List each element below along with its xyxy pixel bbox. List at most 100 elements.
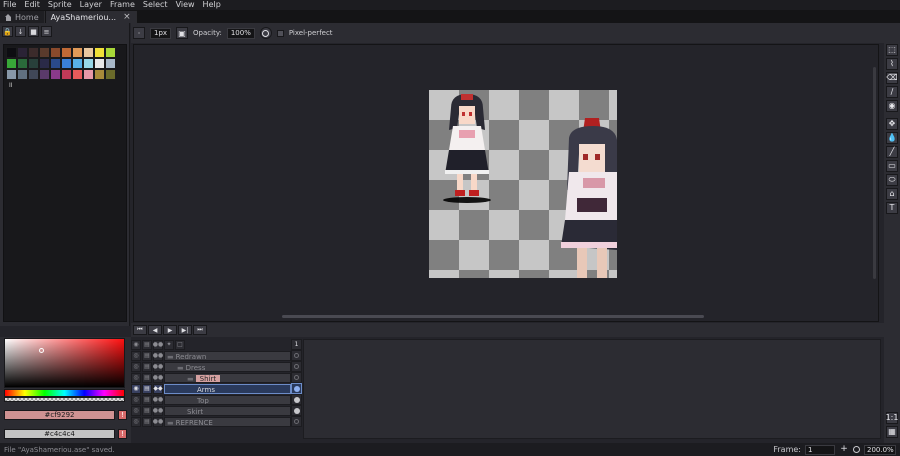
eye-icon[interactable]: ◉	[131, 383, 141, 394]
eye-icon[interactable]: ◎	[131, 361, 141, 372]
lock-icon[interactable]: ▤	[142, 383, 152, 394]
eye-icon[interactable]: ◎	[131, 350, 141, 361]
continuous-icon[interactable]: ●●	[153, 394, 163, 405]
dynamics-icon[interactable]	[259, 27, 272, 39]
canvas-area[interactable]	[133, 44, 879, 322]
layer-row[interactable]: ◎ ▤ ●● ▬ Dress	[131, 361, 291, 372]
spray-icon[interactable]: ◉	[886, 100, 898, 112]
lock-icon[interactable]: ▤	[142, 350, 152, 361]
palette-swatch[interactable]	[83, 58, 94, 69]
palette-swatch[interactable]	[50, 47, 61, 58]
menu-edit[interactable]: Edit	[21, 0, 45, 10]
cel[interactable]	[291, 361, 302, 372]
layer-row[interactable]: ◉ ▤ ◆◆ Arms	[131, 383, 291, 394]
blur-icon[interactable]: ⌂	[886, 188, 898, 200]
saturation-value-picker[interactable]	[4, 338, 125, 388]
continuous-icon[interactable]: ●●	[153, 350, 163, 361]
layer-row[interactable]: ◎ ▤ ●● ▬ Shirt	[131, 372, 291, 383]
foreground-color-field[interactable]: #cf9292	[4, 410, 115, 420]
continuous-icon[interactable]: ●●	[153, 372, 163, 383]
one-to-one-icon[interactable]: 1:1	[886, 412, 898, 424]
palette-swatch[interactable]	[72, 47, 83, 58]
rectangle-icon[interactable]: ▭	[886, 160, 898, 172]
palette-swatch[interactable]	[50, 69, 61, 80]
palette-swatch[interactable]	[94, 69, 105, 80]
palette-swatch[interactable]	[17, 47, 28, 58]
menu-sprite[interactable]: Sprite	[45, 0, 77, 10]
foreground-warning-button[interactable]: !	[118, 410, 127, 420]
layer-name-cell[interactable]: ▬ REFRENCE	[164, 416, 291, 427]
text-icon[interactable]: T	[886, 202, 898, 214]
cel-area[interactable]	[303, 339, 881, 439]
continuous-icon[interactable]: ●●	[153, 405, 163, 416]
swatch-icon[interactable]: ■	[28, 26, 39, 37]
cel[interactable]	[291, 405, 302, 416]
palette-swatch[interactable]	[28, 47, 39, 58]
opacity-field[interactable]: 100%	[226, 27, 255, 39]
vertical-scrollbar[interactable]	[873, 67, 876, 279]
cel[interactable]	[291, 383, 302, 394]
palette-swatch[interactable]	[61, 58, 72, 69]
continuous-icon[interactable]: ◆◆	[153, 383, 163, 394]
menu-select[interactable]: Select	[140, 0, 173, 10]
eye-icon[interactable]: ◎	[131, 416, 141, 427]
lock-icon[interactable]: ▤	[142, 339, 152, 350]
tab-home[interactable]: Home	[0, 11, 45, 23]
continuous-icon[interactable]: ●●	[153, 339, 163, 350]
lock-icon[interactable]: ▤	[142, 361, 152, 372]
palette-swatch[interactable]	[39, 58, 50, 69]
palette-swatch[interactable]	[61, 47, 72, 58]
pencil-icon[interactable]: ∕	[886, 86, 898, 98]
lock-icon[interactable]: ▤	[142, 372, 152, 383]
lock-icon[interactable]: 🔒	[2, 26, 13, 37]
last-frame-button[interactable]: ⏭	[193, 325, 207, 335]
palette-swatch[interactable]	[61, 69, 72, 80]
palette-swatch[interactable]	[105, 69, 116, 80]
menu-layer[interactable]: Layer	[77, 0, 107, 10]
palette-swatch[interactable]	[94, 58, 105, 69]
palette-swatch[interactable]	[6, 69, 17, 80]
palette-swatch[interactable]	[28, 58, 39, 69]
layer-name-cell[interactable]: Top	[164, 394, 291, 405]
sort-icon[interactable]: ↓	[15, 26, 26, 37]
alpha-slider[interactable]	[4, 397, 125, 402]
palette-swatch[interactable]	[28, 69, 39, 80]
eye-icon[interactable]: ◎	[131, 372, 141, 383]
horizontal-scrollbar[interactable]	[282, 315, 704, 318]
line-icon[interactable]: ╱	[886, 146, 898, 158]
layer-name-cell[interactable]: ▬ Shirt	[164, 372, 291, 383]
first-frame-button[interactable]: ⏮	[133, 325, 147, 335]
eye-icon[interactable]: ◎	[131, 394, 141, 405]
layer-name-cell[interactable]: Arms	[164, 383, 291, 394]
lasso-icon[interactable]: ⌇	[886, 58, 898, 70]
ink-icon[interactable]: ▣	[176, 27, 189, 39]
palette-swatch[interactable]	[94, 47, 105, 58]
palette-swatch[interactable]	[83, 69, 94, 80]
eyedropper-icon[interactable]: 💧	[886, 132, 898, 144]
eraser-icon[interactable]: ⌫	[886, 72, 898, 84]
cel[interactable]	[291, 372, 302, 383]
eye-icon[interactable]: ◎	[131, 405, 141, 416]
menu-frame[interactable]: Frame	[107, 0, 140, 10]
palette-swatch[interactable]	[105, 47, 116, 58]
brush-size-field[interactable]: 1px	[150, 27, 172, 39]
palette-swatch[interactable]	[6, 58, 17, 69]
continuous-icon[interactable]: ●●	[153, 416, 163, 427]
layer-name-cell[interactable]: Skirt	[164, 405, 291, 416]
background-color-field[interactable]: #c4c4c4	[4, 429, 115, 439]
palette-swatch[interactable]	[17, 58, 28, 69]
palette-swatch[interactable]	[17, 69, 28, 80]
palette-swatch[interactable]	[105, 58, 116, 69]
palette-swatch[interactable]	[72, 69, 83, 80]
rectangular-marquee-icon[interactable]: ⬚	[886, 44, 898, 56]
hue-slider[interactable]	[4, 389, 125, 397]
layer-row[interactable]: ◎ ▤ ●● Top	[131, 394, 291, 405]
palette-swatch[interactable]	[50, 58, 61, 69]
add-layer-icon[interactable]: □	[175, 339, 185, 350]
frame-header[interactable]: 1	[291, 339, 302, 350]
layer-name-cell[interactable]: ▬ Redrawn	[164, 350, 291, 361]
ellipse-icon[interactable]: ⬭	[886, 174, 898, 186]
sprite-canvas[interactable]	[429, 90, 617, 278]
layer-row[interactable]: ◎ ▤ ●● ▬ Redrawn	[131, 350, 291, 361]
cel[interactable]	[291, 350, 302, 361]
